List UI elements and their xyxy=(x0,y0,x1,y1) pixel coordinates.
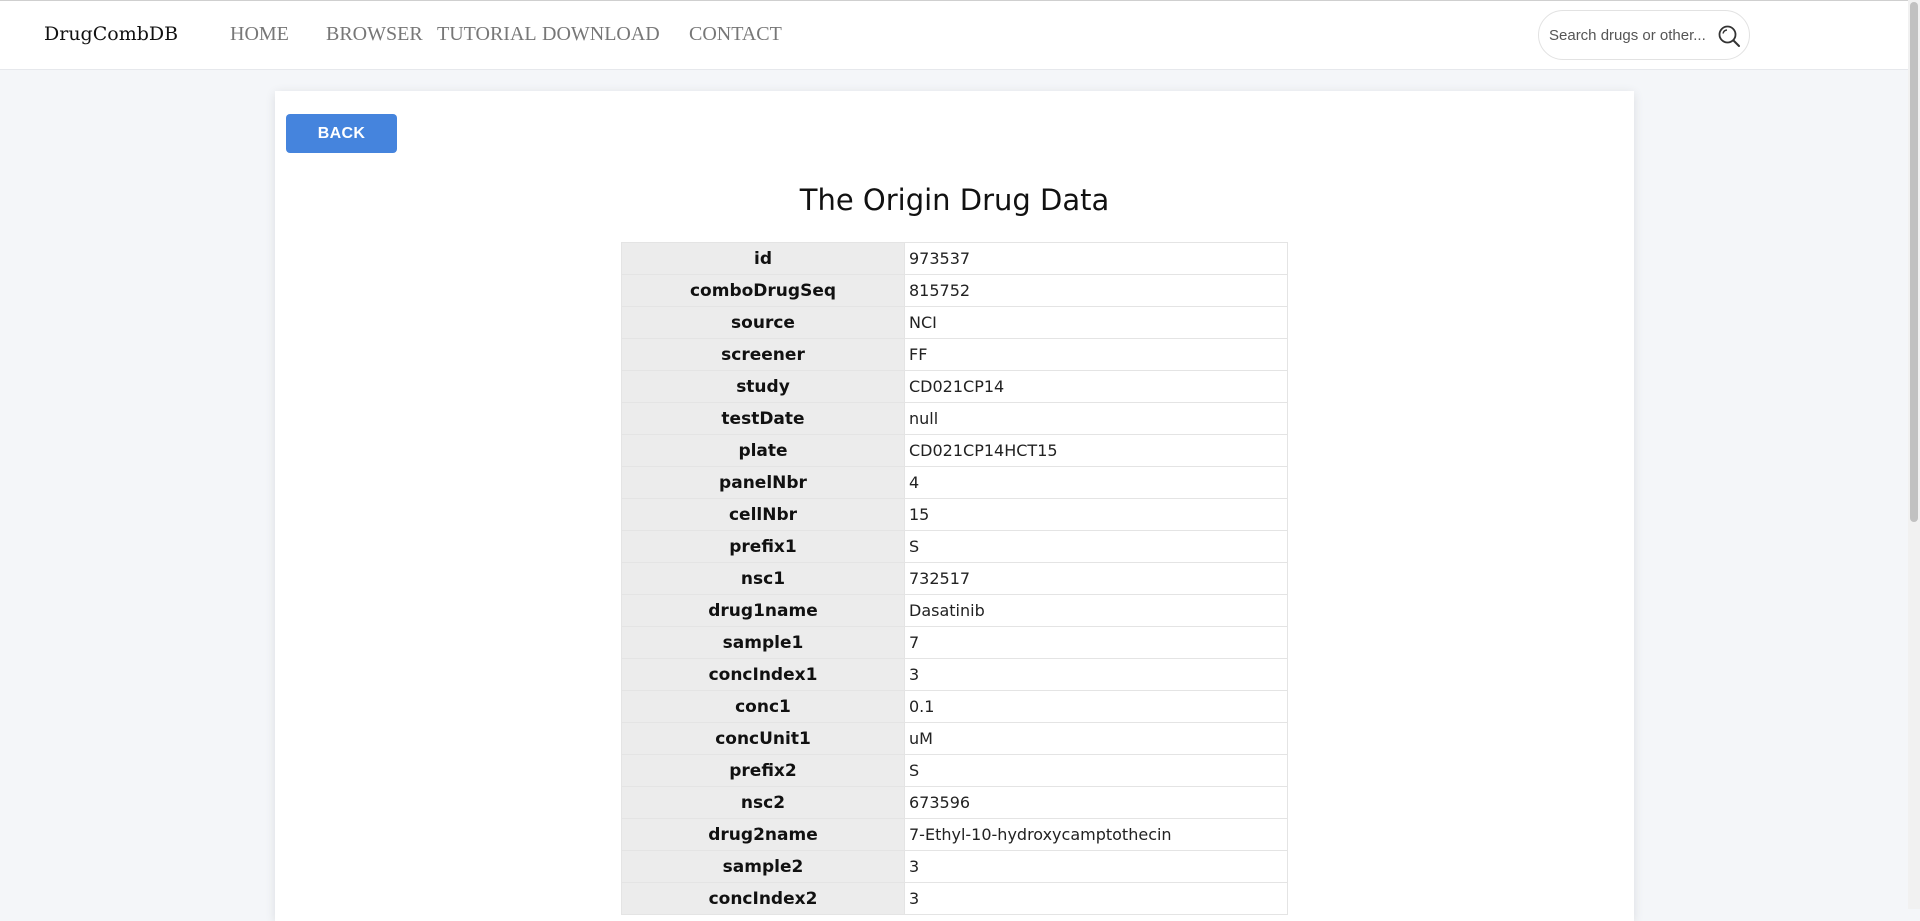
table-row: screener FF xyxy=(621,338,1288,371)
field-name-cell: prefix2 xyxy=(621,754,905,787)
field-value-cell: 7-Ethyl-10-hydroxycamptothecin xyxy=(904,818,1288,851)
field-value-cell: NCI xyxy=(904,306,1288,339)
table-row: id 973537 xyxy=(621,242,1288,275)
field-value-cell: S xyxy=(904,530,1288,563)
field-value-cell: CD021CP14HCT15 xyxy=(904,434,1288,467)
field-value-cell: 732517 xyxy=(904,562,1288,595)
table-row: panelNbr 4 xyxy=(621,466,1288,499)
field-name-cell: id xyxy=(621,242,905,275)
field-value-cell: Dasatinib xyxy=(904,594,1288,627)
table-row: concUnit1 uM xyxy=(621,722,1288,755)
field-name-cell: drug1name xyxy=(621,594,905,627)
page-title: The Origin Drug Data xyxy=(799,183,1110,217)
field-name-cell: cellNbr xyxy=(621,498,905,531)
table-row: concIndex2 3 xyxy=(621,882,1288,915)
vertical-scrollbar[interactable] xyxy=(1908,0,1920,909)
scrollbar-thumb[interactable] xyxy=(1910,2,1918,522)
nav-download[interactable]: DOWNLOAD xyxy=(542,23,660,46)
nav-browser[interactable]: BROWSER xyxy=(326,23,423,46)
field-name-cell: source xyxy=(621,306,905,339)
table-row: cellNbr 15 xyxy=(621,498,1288,531)
field-name-cell: screener xyxy=(621,338,905,371)
table-row: concIndex1 3 xyxy=(621,658,1288,691)
field-value-cell: 7 xyxy=(904,626,1288,659)
table-row: drug1name Dasatinib xyxy=(621,594,1288,627)
field-value-cell: 3 xyxy=(904,658,1288,691)
field-value-cell: CD021CP14 xyxy=(904,370,1288,403)
table-row: prefix2 S xyxy=(621,754,1288,787)
table-row: plate CD021CP14HCT15 xyxy=(621,434,1288,467)
field-name-cell: nsc2 xyxy=(621,786,905,819)
field-value-cell: 15 xyxy=(904,498,1288,531)
field-value-cell: null xyxy=(904,402,1288,435)
back-button[interactable]: BACK xyxy=(286,114,397,153)
table-row: nsc1 732517 xyxy=(621,562,1288,595)
field-value-cell: 973537 xyxy=(904,242,1288,275)
search-input[interactable] xyxy=(1549,23,1709,47)
table-row: prefix1 S xyxy=(621,530,1288,563)
field-name-cell: drug2name xyxy=(621,818,905,851)
search-icon[interactable] xyxy=(1717,24,1741,48)
nav-contact[interactable]: CONTACT xyxy=(689,23,782,46)
brand-logo[interactable]: DrugCombDB xyxy=(44,23,178,45)
field-name-cell: prefix1 xyxy=(621,530,905,563)
field-value-cell: 3 xyxy=(904,882,1288,915)
field-name-cell: study xyxy=(621,370,905,403)
field-value-cell: 0.1 xyxy=(904,690,1288,723)
top-navbar: DrugCombDB HOME BROWSER TUTORIAL DOWNLOA… xyxy=(0,0,1908,70)
nav-tutorial[interactable]: TUTORIAL xyxy=(437,23,537,46)
table-row: sample1 7 xyxy=(621,626,1288,659)
table-row: source NCI xyxy=(621,306,1288,339)
field-value-cell: 673596 xyxy=(904,786,1288,819)
drug-data-table: id 973537 comboDrugSeq 815752 source NCI scree… xyxy=(621,242,1288,915)
field-name-cell: concUnit1 xyxy=(621,722,905,755)
nav-home[interactable]: HOME xyxy=(230,23,289,46)
field-name-cell: plate xyxy=(621,434,905,467)
table-row: study CD021CP14 xyxy=(621,370,1288,403)
field-name-cell: comboDrugSeq xyxy=(621,274,905,307)
field-value-cell: 3 xyxy=(904,850,1288,883)
search-box xyxy=(1538,10,1750,60)
content-panel: BACK The Origin Drug Data id 973537 comboD… xyxy=(275,91,1634,921)
table-row: nsc2 673596 xyxy=(621,786,1288,819)
table-row: sample2 3 xyxy=(621,850,1288,883)
field-name-cell: sample1 xyxy=(621,626,905,659)
field-name-cell: sample2 xyxy=(621,850,905,883)
field-name-cell: concIndex1 xyxy=(621,658,905,691)
field-name-cell: testDate xyxy=(621,402,905,435)
field-value-cell: S xyxy=(904,754,1288,787)
field-name-cell: panelNbr xyxy=(621,466,905,499)
field-name-cell: concIndex2 xyxy=(621,882,905,915)
table-row: comboDrugSeq 815752 xyxy=(621,274,1288,307)
field-name-cell: conc1 xyxy=(621,690,905,723)
field-name-cell: nsc1 xyxy=(621,562,905,595)
field-value-cell: 815752 xyxy=(904,274,1288,307)
table-row: drug2name 7-Ethyl-10-hydroxycamptothecin xyxy=(621,818,1288,851)
field-value-cell: FF xyxy=(904,338,1288,371)
table-row: conc1 0.1 xyxy=(621,690,1288,723)
field-value-cell: uM xyxy=(904,722,1288,755)
field-value-cell: 4 xyxy=(904,466,1288,499)
table-row: testDate null xyxy=(621,402,1288,435)
